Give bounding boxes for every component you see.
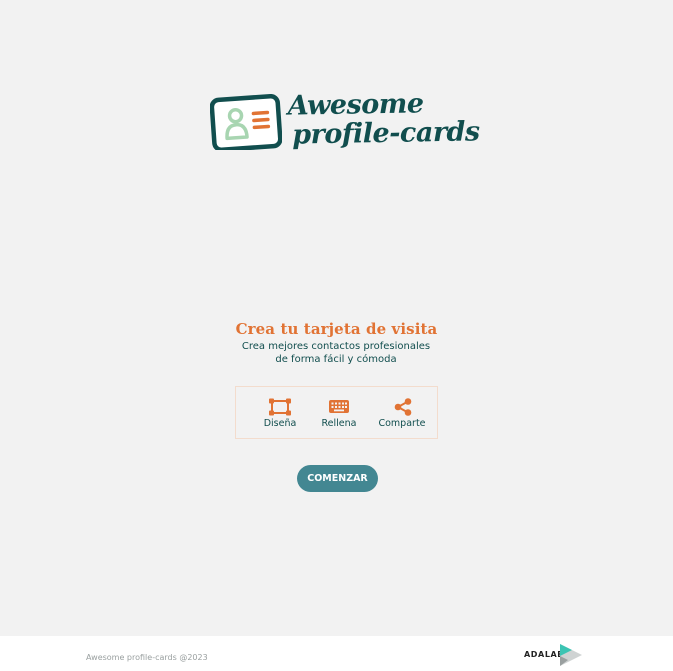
- landing-page: Awesome profile-cards Crea tu tarjeta de…: [0, 0, 673, 671]
- app-logo: Awesome profile-cards: [208, 88, 480, 162]
- step-design: Diseña: [256, 387, 304, 439]
- step-share-label: Comparte: [378, 418, 426, 429]
- footer-copyright: Awesome profile-cards @2023: [86, 653, 208, 662]
- adalab-arrow-icon: [560, 644, 582, 666]
- adalab-logo[interactable]: ADALAB: [524, 642, 584, 668]
- share-icon: [394, 398, 412, 416]
- hero-title: Crea tu tarjeta de visita: [235, 320, 438, 338]
- profile-card-icon: [210, 94, 282, 150]
- step-fill: Rellena: [315, 387, 363, 439]
- logo-line-2: profile-cards: [291, 116, 480, 151]
- logo-text: Awesome profile-cards: [287, 88, 480, 151]
- keyboard-icon: [329, 400, 349, 413]
- footer: Awesome profile-cards @2023 ADALAB: [0, 636, 673, 671]
- start-button[interactable]: COMENZAR: [297, 465, 378, 492]
- steps-box: Diseña Rellena Comparte: [235, 386, 438, 439]
- design-icon: [269, 398, 291, 416]
- step-fill-label: Rellena: [321, 418, 357, 429]
- step-design-label: Diseña: [263, 418, 297, 429]
- step-share: Comparte: [374, 387, 430, 439]
- hero-subtitle: Crea mejores contactos profesionales de …: [241, 341, 431, 365]
